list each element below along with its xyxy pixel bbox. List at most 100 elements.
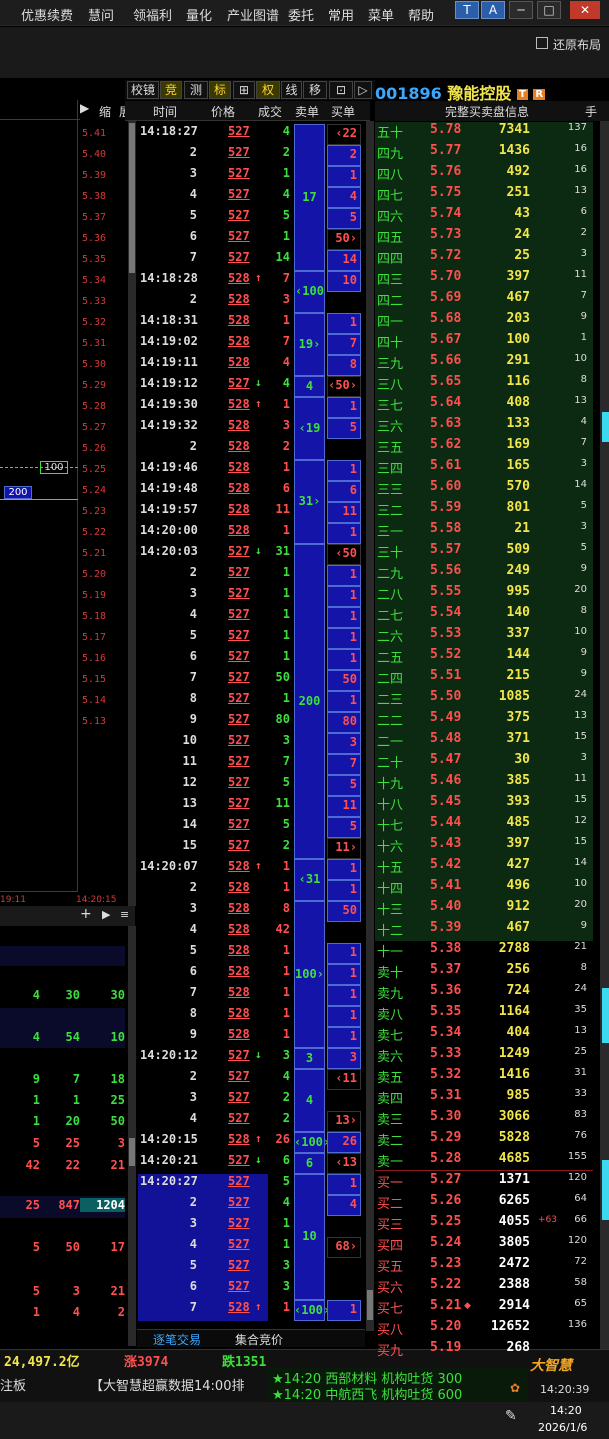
pen-icon[interactable]: ✎	[505, 1408, 517, 1424]
restore-layout-button[interactable]: 还原布局	[553, 36, 601, 53]
orderbook-price: 5.54	[430, 605, 462, 620]
tool-8[interactable]: ⊡	[329, 81, 353, 99]
alert-2[interactable]: ★14:20 中航西飞 机构吐货 600	[272, 1384, 462, 1403]
tick-time: 14:20:07	[140, 859, 198, 873]
tick-price: 528	[228, 481, 250, 495]
orderbook-volume: 1164	[498, 1004, 530, 1019]
up-arrow-icon: ↑	[255, 1132, 262, 1145]
orderbook-volume: 21	[514, 521, 530, 536]
menu-item-7[interactable]: 菜单	[368, 5, 394, 24]
col-volume[interactable]: 成交	[258, 103, 282, 120]
up-arrow-icon: ↑	[255, 271, 262, 284]
orderbook-volume: 215	[506, 668, 530, 683]
stat-cell: 3	[117, 1136, 125, 1150]
tick-volume: 11	[275, 796, 290, 810]
tool-4[interactable]: ⊞	[233, 81, 255, 99]
settings-icon[interactable]: ✿	[510, 1381, 520, 1395]
tick-time: 4	[189, 187, 197, 201]
orderbook-row: 十一 5.38 2788 21	[375, 941, 593, 962]
tick-price: 527	[228, 1069, 250, 1083]
news-ticker[interactable]: 【大智慧超赢数据14:00排	[90, 1375, 265, 1394]
tool-1[interactable]: 竞	[160, 81, 182, 99]
stat-cell: 1204	[80, 1198, 125, 1212]
orderbook-count: 9	[580, 920, 587, 931]
tab-tick-trades[interactable]: 逐笔交易	[153, 1331, 201, 1348]
menu-item-6[interactable]: 常用	[328, 5, 354, 24]
chart-marker-200: 200	[4, 486, 32, 499]
tick-volume: 11	[275, 502, 290, 516]
buy-value: 1	[349, 966, 357, 980]
stat-cell: 4	[32, 988, 40, 1002]
menu-item-2[interactable]: 领福利	[133, 5, 172, 24]
col-sell[interactable]: 卖单	[295, 103, 319, 120]
tick-price: 527	[228, 733, 250, 747]
stat-row: 4 30 30	[0, 988, 125, 1008]
buy-value: 1	[349, 651, 357, 665]
close-button[interactable]: ✕	[570, 1, 600, 19]
tick-time: 11	[182, 754, 197, 768]
price-label: 5.16	[82, 653, 107, 664]
tick-row: 3 527 2	[125, 1090, 370, 1111]
menu-item-1[interactable]: 慧问	[88, 5, 114, 24]
sell-block-value: 17	[302, 189, 317, 204]
orderbook-volume: 801	[506, 500, 530, 515]
orderbook-level: 买五	[377, 1260, 404, 1275]
orderbook-price: 5.51	[430, 668, 462, 683]
orderbook-row: 三十 5.57 509 5	[375, 542, 593, 563]
menu-item-4[interactable]: 产业图谱	[227, 5, 279, 24]
orderbook-row: 四十 5.67 100 1	[375, 332, 593, 353]
add-icon[interactable]: +	[80, 906, 92, 922]
orderbook-volume: 169	[506, 437, 530, 452]
orderbook-price: 5.45	[430, 794, 462, 809]
stat-cell: 847	[58, 1198, 80, 1212]
bottom-tabs: 逐笔交易 集合竞价	[137, 1329, 365, 1347]
tool-9[interactable]: ▷	[354, 81, 372, 99]
tool-6[interactable]: 线	[281, 81, 302, 99]
maximize-button[interactable]: □	[537, 1, 561, 19]
orderbook-level: 十八	[377, 798, 404, 813]
orderbook-volume: 6265	[498, 1193, 530, 1208]
tool-7[interactable]: 移	[303, 81, 327, 99]
orderbook-count: 33	[574, 1088, 587, 1099]
zoom-button[interactable]: 缩	[99, 103, 111, 120]
orderbook-volume: 724	[506, 983, 530, 998]
chart-play-icon[interactable]: ▶	[80, 101, 89, 115]
orderbook-price: 5.36	[430, 983, 462, 998]
sell-block-value: 31›	[298, 494, 321, 508]
col-price[interactable]: 价格	[211, 103, 235, 120]
menu-item-8[interactable]: 帮助	[408, 5, 434, 24]
col-buy[interactable]: 买单	[331, 103, 355, 120]
menu-item-0[interactable]: 优惠续费	[21, 5, 73, 24]
tick-volume: 1	[282, 1006, 290, 1020]
tab-call-auction[interactable]: 集合竞价	[235, 1331, 283, 1348]
menu-item-3[interactable]: 量化	[186, 5, 212, 24]
minimize-button[interactable]: ─	[509, 1, 533, 19]
orderbook-price: 5.41	[430, 878, 462, 893]
edge-accent-3	[602, 1160, 609, 1220]
tool-3[interactable]: 标	[209, 81, 231, 99]
tool-2[interactable]: 测	[184, 81, 208, 99]
tool-0[interactable]: 校镜	[127, 81, 159, 99]
tick-volume: 1	[282, 985, 290, 999]
layout-icon	[536, 37, 548, 49]
orderbook-volume: 256	[506, 962, 530, 977]
col-time[interactable]: 时间	[153, 103, 177, 120]
chart-line-2	[0, 499, 78, 500]
orderbook-level: 四八	[377, 168, 404, 183]
tick-volume: 6	[282, 481, 290, 495]
sell-block-value: 19›	[298, 336, 321, 351]
orderbook-header: 完整买卖盘信息 手	[375, 101, 609, 121]
orderbook-volume: 1416	[498, 1067, 530, 1082]
next-icon[interactable]: ▶	[102, 908, 110, 921]
price-label: 5.20	[82, 569, 107, 580]
font-icon[interactable]: A	[481, 1, 505, 19]
price-label: 5.15	[82, 674, 107, 685]
tick-price: 528	[228, 880, 250, 894]
orderbook-row: 十三 5.40 912 20	[375, 899, 593, 920]
pin-icon[interactable]: T	[455, 1, 479, 19]
tick-volume: 6	[282, 1153, 290, 1167]
buy-value: 13›	[335, 1113, 357, 1127]
tool-5[interactable]: 权	[256, 81, 280, 99]
price-label: 5.33	[82, 296, 107, 307]
menu-item-5[interactable]: 委托	[288, 5, 314, 24]
